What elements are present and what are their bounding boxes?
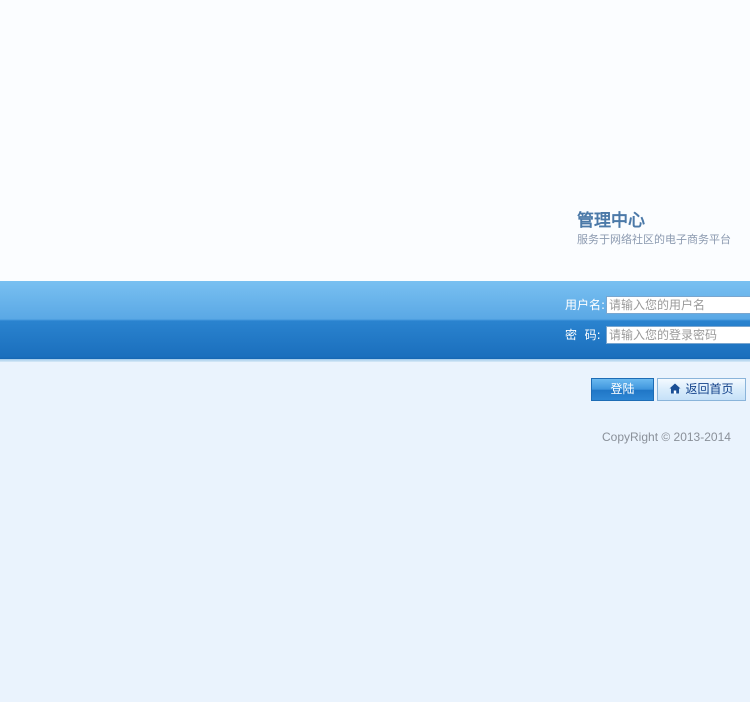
username-label: 用户名: xyxy=(565,298,606,312)
username-input[interactable] xyxy=(606,296,750,314)
brand-subtitle: 服务于网络社区的电子商务平台 xyxy=(577,233,731,246)
back-home-label: 返回首页 xyxy=(685,382,734,396)
back-home-button[interactable]: 返回首页 xyxy=(657,378,746,401)
home-icon xyxy=(669,383,681,394)
brand-title: 管理中心 xyxy=(577,211,645,231)
login-band xyxy=(0,281,750,359)
content-area xyxy=(0,362,750,702)
brand-block: 管理中心 服务于网络社区的电子商务平台 xyxy=(577,210,731,247)
login-button-label: 登陆 xyxy=(610,382,635,396)
copyright-text: CopyRight © 2013-2014 xyxy=(602,430,731,444)
login-button[interactable]: 登陆 xyxy=(591,378,654,401)
password-label: 密 码: xyxy=(565,328,601,342)
password-input[interactable] xyxy=(606,326,750,344)
